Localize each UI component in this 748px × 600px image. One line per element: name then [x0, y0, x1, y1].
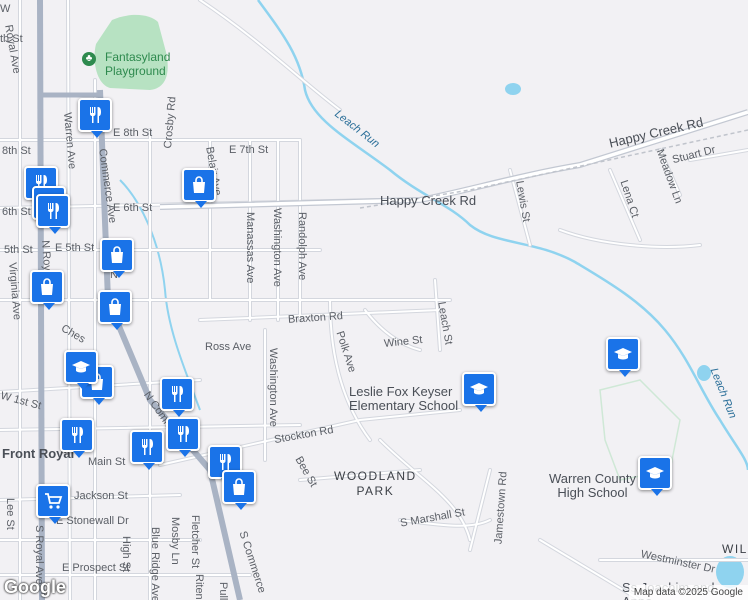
road-label-w: W [0, 3, 11, 15]
pond [505, 83, 521, 95]
leach-run-creek [256, 0, 748, 471]
creek [119, 179, 201, 411]
restaurant-marker[interactable] [160, 377, 194, 417]
road-label-5th: 5th St [4, 244, 33, 256]
road-label-8th: 8th St [2, 145, 31, 157]
store-marker[interactable] [30, 270, 64, 310]
road-label-happy-creek-w: Happy Creek Rd [380, 193, 477, 208]
restaurant-marker[interactable] [60, 418, 94, 458]
school-marker[interactable] [462, 372, 496, 412]
store-marker[interactable] [100, 238, 134, 278]
grocery-marker[interactable] [36, 484, 70, 524]
road-label-s-royal-ave: S Royal Ave [33, 525, 45, 585]
road-label-fletcher-st: Fletcher St [189, 515, 201, 569]
place-label-fantasyland[interactable]: Fantasyland Playground [105, 50, 170, 78]
map-attribution[interactable]: Map data ©2025 Google [628, 585, 748, 600]
road-label-riten: Riten [193, 574, 205, 600]
place-label-woodland-park: WOODLAND PARK [334, 469, 417, 498]
store-marker[interactable] [222, 470, 256, 510]
school-marker[interactable] [64, 350, 98, 390]
place-label-warren-county-hs[interactable]: Warren County High School [549, 472, 636, 500]
map-canvas[interactable]: th St W Royal Ave Warren Ave Commerce Av… [0, 0, 748, 600]
restaurant-marker[interactable] [166, 417, 200, 457]
place-label-wil: WIL [722, 542, 748, 556]
road-label-ross-ave: Ross Ave [205, 341, 252, 353]
google-logo: Google [4, 577, 66, 597]
road-label-e-7th: E 7th St [229, 144, 269, 156]
school-marker[interactable] [638, 456, 672, 496]
road-label-main-st: Main St [88, 456, 126, 468]
school-marker[interactable] [606, 337, 640, 377]
road-label-e-8th: E 8th St [113, 127, 153, 139]
road-label-e-6th: E 6th St [113, 202, 153, 214]
restaurant-marker[interactable] [130, 430, 164, 470]
road-label-blue-ridge: Blue Ridge Ave [149, 527, 161, 600]
road-label-6th: 6th St [2, 206, 31, 218]
park-icon: ♣ [82, 52, 96, 66]
road-label-manassas-ave: Manassas Ave [244, 212, 256, 284]
store-marker[interactable] [98, 290, 132, 330]
road-label-pull: Pull [217, 582, 229, 600]
road-label-mosby-ln: Mosby Ln [169, 517, 181, 565]
road-label-washington-ave-n: Washington Ave [271, 208, 283, 287]
restaurant-marker[interactable] [36, 194, 70, 234]
road-label-washington-ave-s: Washington Ave [267, 348, 279, 427]
road-label-jackson-st: Jackson St [74, 490, 128, 502]
road-label-randolph-ave: Randolph Ave [296, 212, 308, 281]
road-label-e-5th: E 5th St [55, 242, 95, 254]
place-label-leslie-fox[interactable]: Leslie Fox Keyser Elementary School [349, 385, 458, 413]
restaurant-marker[interactable] [78, 98, 112, 138]
store-marker[interactable] [182, 168, 216, 208]
road-label-lee-st: Lee St [4, 498, 16, 530]
road-label-prospect: E Prospect St [62, 562, 130, 574]
